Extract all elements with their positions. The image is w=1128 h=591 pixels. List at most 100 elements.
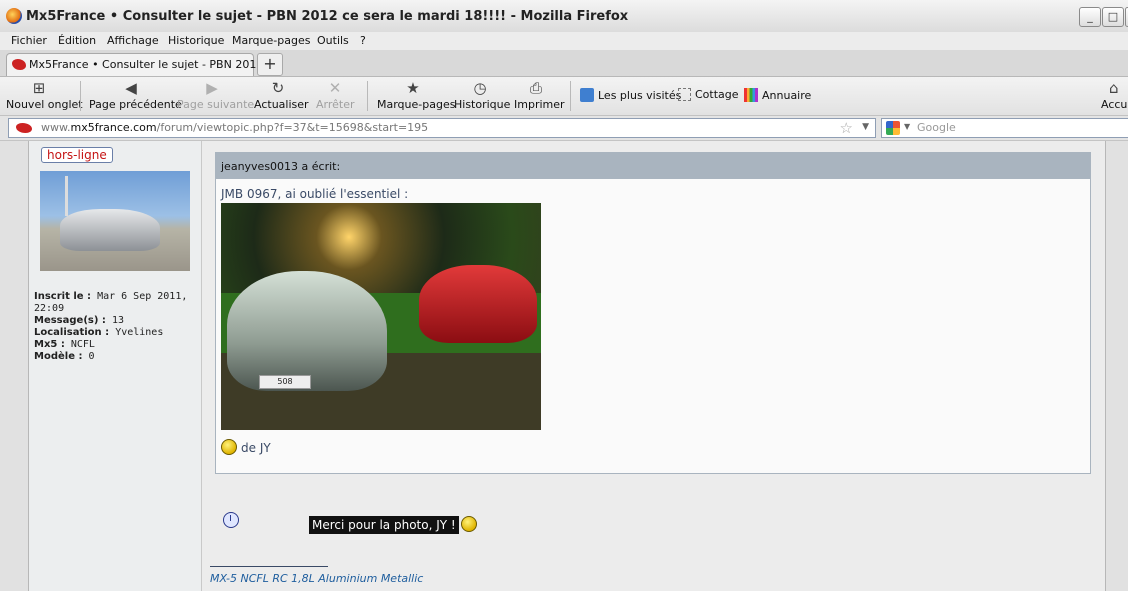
signature-divider [210,566,328,567]
address-domain: mx5france.com [70,121,157,134]
signature: MX-5 NCFL RC 1,8L Aluminium Metallic [210,572,424,585]
bookmarks-label: Marque-pages [377,98,456,111]
page-right-margin [1105,141,1128,591]
bookmark-annuaire[interactable]: Annuaire [744,88,811,102]
search-box[interactable]: ▼ Google [881,118,1128,138]
author-profile: hors-ligne Inscrit le : Mar 6 Sep 2011, … [29,141,202,591]
mx5-label: Mx5 : [34,339,65,350]
page-left-margin [0,141,29,591]
new-tab-label: Nouvel onglet [6,98,83,111]
bookmark-cottage[interactable]: Cottage [678,88,739,101]
page-content: hors-ligne Inscrit le : Mar 6 Sep 2011, … [0,141,1128,591]
quoted-photo[interactable]: 508 [221,203,541,430]
menu-fichier[interactable]: Fichier [11,34,47,47]
profile-model: Modèle : 0 [34,351,194,363]
laughing-smiley-icon [461,516,477,532]
address-bar[interactable]: www.mx5france.com/forum/viewtopic.php?f=… [8,118,876,138]
photo-plate: 508 [259,375,311,389]
maximize-button[interactable]: □ [1102,7,1124,27]
clock-smiley-icon [223,512,239,528]
clock-icon: ◷ [473,79,487,97]
directory-icon [744,88,758,102]
blank-page-icon [678,88,691,101]
photo-red-car [419,265,537,343]
window-titlebar: Mx5France • Consulter le sujet - PBN 201… [0,0,1128,33]
menu-outils[interactable]: Outils [317,34,349,47]
profile-location: Localisation : Yvelines [34,327,194,339]
plus-icon: ⊞ [32,79,46,97]
search-engine-dropdown-icon[interactable]: ▼ [904,122,910,131]
reload-button[interactable]: ↻ Actualiser [254,79,309,111]
registered-label: Inscrit le : [34,291,92,302]
stop-label: Arrêter [316,98,355,111]
menu-marque-pages[interactable]: Marque-pages [232,34,310,47]
google-icon[interactable] [886,121,900,135]
model-label: Modèle : [34,351,83,362]
toolbar-separator [80,81,81,111]
forward-button[interactable]: ▶ Page suivante [177,79,254,111]
avatar-pole [65,176,68,216]
address-path: /forum/viewtopic.php?f=37&t=15698&start=… [156,121,429,134]
history-button[interactable]: ◷ Historique [454,79,510,111]
new-tab-button[interactable]: + [257,53,283,76]
forward-label: Page suivante [177,98,255,111]
url-bar-row: www.mx5france.com/forum/viewtopic.php?f=… [0,116,1128,141]
model-value: 0 [88,351,95,362]
location-label: Localisation : [34,327,110,338]
quote-footer: de JY [221,439,271,455]
profile-mx5: Mx5 : NCFL [34,339,194,351]
reply-text: Merci pour la photo, JY ! [309,516,459,534]
post-body: jeanyves0013 a écrit: JMB 0967, ai oubli… [202,141,1105,591]
status-badge: hors-ligne [41,147,113,163]
firefox-icon [6,8,22,24]
home-button[interactable]: ⌂ Accue [1101,79,1128,111]
location-value: Yvelines [115,327,164,338]
window-title: Mx5France • Consulter le sujet - PBN 201… [26,9,629,24]
back-button[interactable]: ◀ Page précédente [89,79,182,111]
tab-label: Mx5France • Consulter le sujet - PBN 201… [29,58,284,71]
bookmarks-button[interactable]: ★ Marque-pages [377,79,455,111]
menu-bar: Fichier Édition Affichage Historique Mar… [0,32,1128,50]
reload-label: Actualiser [254,98,309,111]
directory-label: Annuaire [762,89,812,102]
stop-icon: ✕ [328,79,342,97]
print-label: Imprimer [514,98,565,111]
forward-arrow-icon: ▶ [206,79,218,97]
history-label: Historique [454,98,511,111]
reload-icon: ↻ [271,79,285,97]
avatar [40,171,190,271]
messages-value: 13 [111,315,124,326]
search-placeholder: Google [917,121,956,134]
address-prefix: www. [41,121,71,134]
navigation-toolbar: ⊞ Nouvel onglet ◀ Page précédente ▶ Page… [0,77,1128,116]
bookmark-most-visited[interactable]: Les plus visités [580,88,681,102]
menu-historique[interactable]: Historique [168,34,224,47]
toolbar-separator [367,81,368,111]
home-icon: ⌂ [1109,79,1119,97]
messages-label: Message(s) : [34,315,106,326]
stop-button[interactable]: ✕ Arrêter [316,79,355,111]
cottage-label: Cottage [695,88,739,101]
site-identity-icon [16,123,32,133]
print-button[interactable]: ⎙ Imprimer [514,79,565,111]
home-label: Accue [1101,98,1128,111]
profile-registered: Inscrit le : Mar 6 Sep 2011, 22:09 [34,291,194,315]
profile-info: Inscrit le : Mar 6 Sep 2011, 22:09 Messa… [34,291,194,363]
new-tab-toolbar-button[interactable]: ⊞ Nouvel onglet [6,79,83,111]
bookmark-star-icon[interactable]: ☆ [840,119,853,137]
url-dropdown-icon[interactable]: ▼ [862,122,869,132]
quote-block: jeanyves0013 a écrit: JMB 0967, ai oubli… [215,152,1091,474]
toolbar-separator [570,81,571,111]
quote-footer-text: de JY [241,441,271,455]
menu-affichage[interactable]: Affichage [107,34,159,47]
menu-help[interactable]: ? [360,34,366,47]
profile-messages: Message(s) : 13 [34,315,194,327]
most-visited-icon [580,88,594,102]
quote-text: JMB 0967, ai oublié l'essentiel : [221,187,409,201]
address-text[interactable]: www.mx5france.com/forum/viewtopic.php?f=… [41,121,428,134]
minimize-button[interactable]: _ [1079,7,1101,27]
menu-edition[interactable]: Édition [58,34,96,47]
tab-current[interactable]: Mx5France • Consulter le sujet - PBN 201… [6,53,283,76]
back-label: Page précédente [89,98,182,111]
bookmarks-star-icon: ★ [406,79,420,97]
